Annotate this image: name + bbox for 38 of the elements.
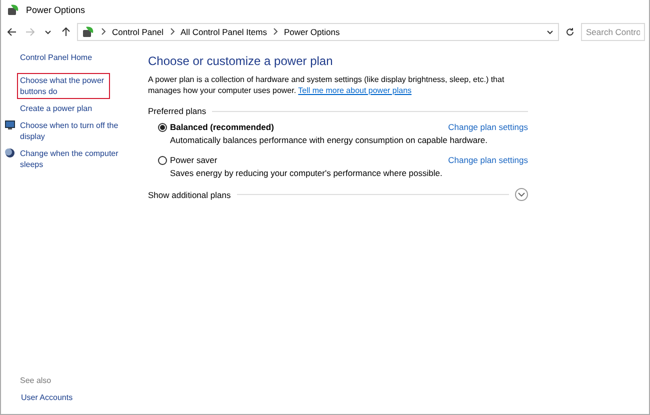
page-heading: Choose or customize a power plan xyxy=(148,54,334,68)
sidebar-link[interactable]: Change when the computer sleeps xyxy=(17,146,143,172)
chevron-icon xyxy=(518,192,525,197)
expand-button[interactable] xyxy=(515,188,528,201)
plan-description: Automatically balances performance with energy consumption on capable hardware. xyxy=(169,135,489,145)
sidebar-link[interactable]: Choose when to turn off the display xyxy=(17,118,143,144)
see-also-heading: See also xyxy=(20,376,52,385)
plan-name: Power saver xyxy=(170,155,218,165)
search-field[interactable]: Search Contro xyxy=(581,23,645,41)
monitor-icon xyxy=(5,120,15,130)
see-also-link[interactable]: User Accounts xyxy=(20,391,143,404)
control-panel-icon xyxy=(82,26,95,38)
breadcrumb[interactable]: All Control Panel Items xyxy=(180,27,267,37)
change-plan-link[interactable]: Change plan settings xyxy=(448,155,528,165)
chevron-icon xyxy=(101,28,106,36)
change-plan-link[interactable]: Change plan settings xyxy=(448,122,528,132)
chevron-icon xyxy=(170,28,175,36)
sidebar-link[interactable]: Control Panel Home xyxy=(17,50,96,65)
sidebar-link[interactable]: Choose what the power buttons do xyxy=(17,73,110,99)
chevron-icon xyxy=(272,28,278,36)
plan-name: Balanced (recommended) xyxy=(170,122,275,132)
breadcrumb[interactable]: Power Options xyxy=(284,27,340,37)
plan-description: Saves energy by reducing your computer's performance where possible. xyxy=(169,168,444,178)
moon-icon xyxy=(5,148,15,158)
radio-button[interactable] xyxy=(158,156,167,164)
caret-icon xyxy=(44,28,52,36)
group-label: Preferred plans xyxy=(148,106,206,116)
dropdown-caret-icon[interactable] xyxy=(546,28,554,36)
show-more-label: Show additional plans xyxy=(148,190,231,200)
description-text: A power plan is a collection of hardware and system settings (like display brightness, sleep, etc.) that manages how your computer uses power. Tell me more about power plans xyxy=(148,74,506,96)
breadcrumb[interactable]: Control Panel xyxy=(112,27,164,37)
radio-button[interactable] xyxy=(158,122,167,132)
power-options-icon xyxy=(7,4,20,16)
sidebar-link[interactable]: Create a power plan xyxy=(17,101,96,116)
address-bar[interactable]: Control Panel All Control Panel Items Power Options xyxy=(77,23,559,41)
window-title: Power Options xyxy=(26,5,86,15)
refresh-icon xyxy=(565,27,575,37)
help-link[interactable]: Tell me more about power plans xyxy=(298,86,412,95)
